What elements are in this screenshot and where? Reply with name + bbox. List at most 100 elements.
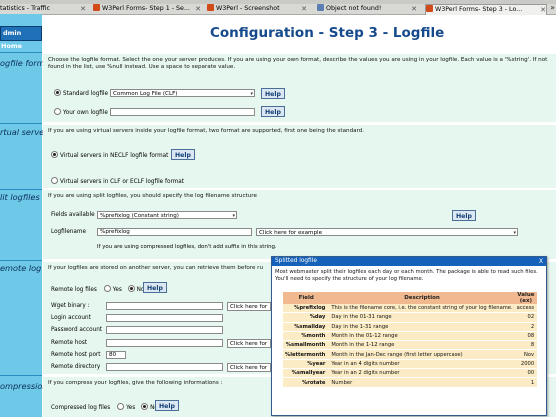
tab-label: W3Perl Forms- Step 3 - Lo...: [435, 6, 523, 13]
remote-host-port-label: Remote host port: [51, 352, 101, 358]
table-row: %smallyear Year in an 2 digits number 00: [283, 368, 538, 379]
split-logfiles-description: If you are using split logfiles, you sho…: [48, 193, 257, 199]
remote-host-port-input[interactable]: 80: [106, 351, 126, 359]
close-icon[interactable]: ✕: [540, 5, 546, 15]
header-field: Field: [283, 292, 330, 304]
fields-available-select[interactable]: %prefixlog (Constant string) ▾: [97, 211, 237, 219]
description-cell: Number: [329, 377, 515, 388]
login-account-label: Login account: [51, 315, 91, 321]
wget-binary-label: Wget binary :: [51, 303, 90, 309]
section-divider: [0, 260, 42, 261]
field-cell: %day: [283, 312, 330, 323]
close-icon[interactable]: ✕: [80, 4, 86, 14]
header-value: Value (ex): [514, 292, 538, 304]
close-icon[interactable]: ✕: [301, 4, 307, 14]
remote-yes-radio[interactable]: [103, 285, 111, 292]
sidebar-section-split-logfiles: lit logfiles: [0, 192, 40, 202]
logfile-format-section: Choose the logfile format. Select the on…: [43, 54, 556, 122]
close-icon[interactable]: ✕: [195, 4, 201, 14]
remote-directory-input[interactable]: [106, 363, 223, 371]
remote-directory-click-here-button[interactable]: Click here for: [227, 363, 271, 372]
tab-w3perl-step3[interactable]: W3Perl Forms- Step 3 - Lo... ✕: [425, 4, 547, 15]
compressed-no-radio[interactable]: [141, 403, 149, 410]
field-cell: %smallmonth: [283, 340, 330, 351]
close-icon[interactable]: X: [536, 257, 543, 266]
favicon-icon: [93, 4, 100, 11]
description-cell: Month in the Jan-Dec range (first letter…: [329, 349, 515, 360]
more-tabs-icon[interactable]: »: [550, 3, 555, 12]
value-cell: 8: [514, 340, 538, 351]
remote-host-label: Remote host: [51, 340, 88, 346]
description-cell: This is the filename core, i.e. the cons…: [329, 304, 515, 314]
remote-host-click-here-button[interactable]: Click here for: [227, 339, 271, 348]
help-button-remote-log[interactable]: Help: [143, 282, 167, 293]
logfilename-example-select[interactable]: Click here for example ▾: [256, 228, 518, 236]
own-logfile-radio[interactable]: [54, 108, 61, 115]
description-cell: Day in the 1-31 range: [329, 322, 515, 332]
field-cell: %lettermonth: [283, 349, 330, 360]
description-cell: Month in the 1-12 range: [329, 340, 515, 351]
description-cell: Year in an 4 digits number: [329, 359, 515, 370]
help-button-virtual-servers[interactable]: Help: [171, 149, 195, 160]
help-button-compression[interactable]: Help: [155, 400, 179, 411]
page-title: Configuration - Step 3 - Logfile: [210, 25, 445, 41]
wget-click-here-button[interactable]: Click here for: [227, 302, 271, 311]
tab-w3perl-screenshot[interactable]: W3Perl - Screenshot ✕: [207, 4, 307, 14]
wget-binary-input[interactable]: [106, 302, 223, 310]
standard-logfile-label: Standard logfile: [63, 91, 109, 97]
value-cell: access: [514, 304, 538, 314]
standard-logfile-option[interactable]: Standard logfile: [54, 89, 108, 97]
logfilename-value: %prefixlog: [100, 229, 130, 235]
compressed-yes-radio[interactable]: [117, 403, 125, 410]
tab-label: Object not found!: [326, 5, 382, 12]
close-icon[interactable]: ✕: [411, 4, 417, 14]
tab-traffic-statistics[interactable]: tatistics - Traffic ✕: [0, 4, 86, 14]
standard-logfile-radio[interactable]: [54, 89, 61, 96]
virtual-neclf-option[interactable]: Virtual servers in NECLF logfile format: [51, 151, 168, 159]
favicon-icon: [426, 5, 433, 12]
login-account-input[interactable]: [106, 314, 223, 322]
table-row: %day Day in the 01-31 range 02: [283, 312, 538, 323]
standard-logfile-select[interactable]: Common Log File (CLF) ▾: [110, 89, 255, 97]
own-logfile-input[interactable]: [110, 108, 255, 116]
description-cell: Month in the 01-12 range: [329, 331, 515, 342]
remote-no-radio[interactable]: [127, 285, 135, 292]
logfilename-input[interactable]: %prefixlog: [97, 228, 252, 236]
value-cell: 1: [514, 377, 538, 388]
section-divider: [0, 52, 42, 53]
virtual-clf-option[interactable]: Virtual servers in CLF or ECLF logfile f…: [51, 177, 184, 185]
remote-log-files-option: Remote log files Yes No: [51, 285, 144, 293]
virtual-neclf-radio[interactable]: [51, 151, 58, 158]
popup-title: Splitted logfile: [275, 258, 317, 264]
help-button-own-logfile[interactable]: Help: [261, 106, 285, 117]
popup-title-bar[interactable]: Splitted logfile X: [272, 257, 546, 266]
splitted-logfile-popup: Splitted logfile X Most webmaster split …: [271, 256, 547, 416]
dropdown-arrow-icon: ▾: [250, 91, 253, 97]
admin-home-button[interactable]: dmin Home: [0, 26, 42, 50]
table-row: %prefixlog This is the filename core, i.e…: [283, 304, 538, 314]
own-logfile-label: Your own logfile: [63, 110, 108, 116]
virtual-clf-label: Virtual servers in CLF or ECLF logfile f…: [60, 179, 184, 185]
fields-available-label: Fields available: [51, 212, 95, 218]
section-divider: [0, 375, 42, 376]
help-button-split-logfiles[interactable]: Help: [452, 210, 476, 221]
tab-w3perl-step1[interactable]: W3Perl Forms- Step 1 - Se... ✕: [93, 4, 201, 14]
help-button-logfile-format[interactable]: Help: [261, 88, 285, 99]
field-cell: %prefixlog: [283, 304, 330, 314]
split-logfiles-section: If you are using split logfiles, you sho…: [43, 190, 556, 259]
password-account-input[interactable]: [106, 326, 223, 334]
compressed-log-files-option: Compressed log files Yes No: [51, 403, 158, 411]
own-logfile-option[interactable]: Your own logfile: [54, 108, 108, 116]
remote-host-input[interactable]: [106, 339, 223, 347]
virtual-servers-section: If you are using virtual servers inside …: [43, 125, 556, 188]
virtual-clf-radio[interactable]: [51, 177, 58, 184]
compressed-log-files-label: Compressed log files: [51, 405, 111, 411]
field-cell: %smallyear: [283, 368, 330, 379]
field-cell: %smallday: [283, 322, 330, 332]
favicon-icon: [207, 4, 214, 11]
compressed-suffix-note: If you are using compressed logfiles, do…: [97, 244, 277, 250]
tab-object-not-found[interactable]: Object not found! ✕: [317, 4, 417, 14]
table-header-row: Field Description Value (ex): [283, 292, 538, 304]
dropdown-arrow-icon: ▾: [232, 213, 235, 219]
description-cell: Year in an 2 digits number: [329, 368, 515, 379]
